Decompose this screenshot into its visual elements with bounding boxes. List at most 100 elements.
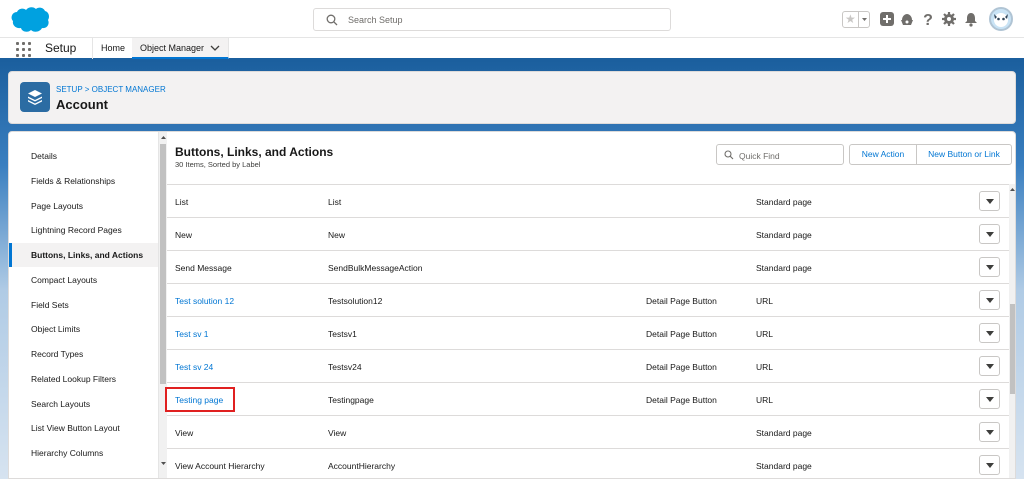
table-row: New New Standard page (167, 218, 1009, 251)
avatar[interactable] (989, 7, 1013, 31)
row-actions-dropdown[interactable] (979, 389, 1000, 409)
sidebar: Details Fields & Relationships Page Layo… (9, 132, 158, 478)
chevron-down-icon (986, 364, 994, 369)
table-scrollbar[interactable] (1009, 184, 1016, 478)
table-row: View View Standard page (167, 416, 1009, 449)
new-action-button[interactable]: New Action (849, 144, 917, 165)
global-header: Search Setup ★ ? (0, 0, 1024, 38)
sidebar-item-label: Page Layouts (31, 201, 83, 211)
table-row: Test sv 1 Testsv1 Detail Page Button URL (167, 317, 1009, 350)
chevron-down-icon (986, 298, 994, 303)
sidebar-scrollbar[interactable] (158, 132, 167, 478)
tab-home-label: Home (101, 43, 126, 53)
row-name: View (328, 428, 347, 438)
tab-object-manager[interactable]: Object Manager (132, 38, 229, 59)
chevron-down-icon (986, 430, 994, 435)
sidebar-item-lightning-record-pages[interactable]: Lightning Record Pages (9, 218, 158, 242)
search-input[interactable]: Search Setup (313, 8, 671, 31)
sidebar-item-label: Compact Layouts (31, 275, 98, 285)
favorite-star-icon: ★ (845, 12, 856, 26)
row-label-link[interactable]: Testing page (175, 395, 223, 405)
row-actions-dropdown[interactable] (979, 455, 1000, 475)
table-row: Test sv 24 Testsv24 Detail Page Button U… (167, 350, 1009, 383)
sidebar-item-details[interactable]: Details (9, 144, 158, 168)
sidebar-item-buttons-links-actions[interactable]: Buttons, Links, and Actions (9, 243, 158, 267)
row-label-link[interactable]: Test sv 1 (175, 329, 209, 339)
row-content-type: URL (756, 296, 774, 306)
actions-table: List List Standard page New New Standard… (165, 184, 1009, 478)
favorites-dropdown-icon[interactable] (858, 12, 869, 27)
row-actions-dropdown[interactable] (979, 422, 1000, 442)
chevron-down-icon (986, 265, 994, 270)
quick-find-input[interactable]: Quick Find (716, 144, 844, 165)
section-subtitle: 30 Items, Sorted by Label (175, 160, 261, 169)
row-actions-dropdown[interactable] (979, 290, 1000, 310)
table-row: Send Message SendBulkMessageAction Stand… (167, 251, 1009, 284)
row-name: SendBulkMessageAction (328, 263, 423, 273)
row-label: List (175, 197, 189, 207)
bell-icon[interactable] (963, 11, 979, 27)
content-area: Buttons, Links, and Actions 30 Items, So… (165, 132, 1016, 478)
page-header: SETUP > OBJECT MANAGER Account (8, 71, 1016, 124)
row-actions-dropdown[interactable] (979, 191, 1000, 211)
row-actions-dropdown[interactable] (979, 356, 1000, 376)
chevron-down-icon[interactable] (210, 43, 220, 53)
sidebar-item-label: Details (31, 151, 57, 161)
cloud-logo[interactable] (10, 6, 50, 33)
page-title: Account (56, 97, 108, 112)
sidebar-item-label: Hierarchy Columns (31, 448, 104, 458)
sidebar-item-search-layouts[interactable]: Search Layouts (9, 392, 158, 416)
scroll-down-icon[interactable] (160, 460, 167, 467)
gear-icon[interactable] (941, 11, 957, 27)
row-content-type: Standard page (756, 230, 812, 240)
sidebar-item-compact-layouts[interactable]: Compact Layouts (9, 268, 158, 292)
app-name: Setup (45, 41, 77, 55)
sidebar-item-related-lookup-filters[interactable]: Related Lookup Filters (9, 367, 158, 391)
help-icon[interactable]: ? (920, 11, 936, 27)
chevron-down-icon (986, 232, 994, 237)
favorites-button[interactable]: ★ (842, 11, 870, 28)
row-name: Testsv1 (328, 329, 357, 339)
row-name: Testingpage (328, 395, 374, 405)
breadcrumb[interactable]: SETUP > OBJECT MANAGER (56, 85, 166, 94)
sidebar-item-label: Lightning Record Pages (31, 225, 122, 235)
tab-object-manager-label: Object Manager (140, 43, 205, 53)
row-name: New (328, 230, 346, 240)
trailhead-icon[interactable] (899, 11, 915, 27)
chevron-down-icon (986, 463, 994, 468)
new-button-or-link-button[interactable]: New Button or Link (916, 144, 1012, 165)
sidebar-item-label: Search Layouts (31, 399, 91, 409)
add-icon[interactable] (879, 11, 895, 27)
section-title: Buttons, Links, and Actions (175, 145, 334, 159)
table-row: List List Standard page (167, 185, 1009, 218)
sidebar-item-object-limits[interactable]: Object Limits (9, 317, 158, 341)
sidebar-item-page-layouts[interactable]: Page Layouts (9, 194, 158, 218)
row-name: Testsv24 (328, 362, 362, 372)
row-actions-dropdown[interactable] (979, 257, 1000, 277)
row-display-type: Detail Page Button (646, 362, 717, 372)
row-name: AccountHierarchy (328, 461, 396, 471)
table-row: View Account Hierarchy AccountHierarchy … (167, 449, 1009, 478)
row-content-type: URL (756, 362, 774, 372)
row-label-link[interactable]: Test sv 24 (175, 362, 213, 372)
scroll-up-icon[interactable] (1009, 186, 1016, 193)
sidebar-item-fields-relationships[interactable]: Fields & Relationships (9, 169, 158, 193)
table-scroll-thumb[interactable] (1010, 304, 1015, 394)
scroll-up-icon[interactable] (160, 134, 167, 141)
row-actions-dropdown[interactable] (979, 323, 1000, 343)
main-panel: Details Fields & Relationships Page Layo… (8, 131, 1016, 479)
row-content-type: Standard page (756, 197, 812, 207)
search-placeholder: Search Setup (348, 15, 403, 25)
sidebar-item-record-types[interactable]: Record Types (9, 342, 158, 366)
row-label: Send Message (175, 263, 232, 273)
tab-home[interactable]: Home (92, 38, 135, 59)
sidebar-scroll-thumb[interactable] (160, 144, 166, 384)
row-display-type: Detail Page Button (646, 329, 717, 339)
row-actions-dropdown[interactable] (979, 224, 1000, 244)
app-launcher-icon[interactable] (15, 41, 31, 57)
sidebar-item-field-sets[interactable]: Field Sets (9, 293, 158, 317)
row-label-link[interactable]: Test solution 12 (175, 296, 234, 306)
sidebar-item-hierarchy-columns[interactable]: Hierarchy Columns (9, 441, 158, 465)
sidebar-item-list-view-button-layout[interactable]: List View Button Layout (9, 416, 158, 440)
chevron-down-icon (986, 199, 994, 204)
